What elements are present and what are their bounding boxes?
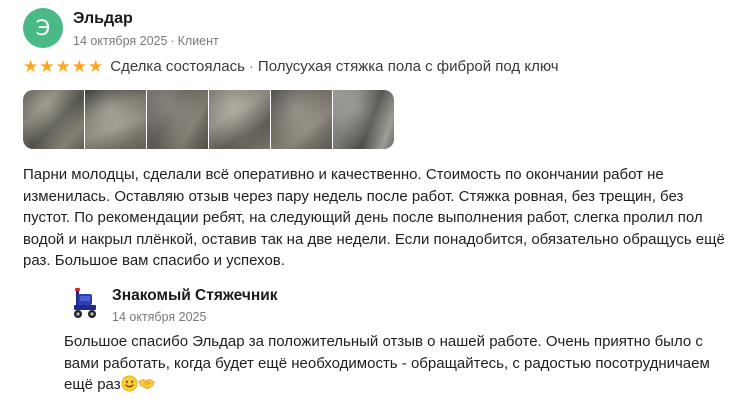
smiling-face-emoji-icon: [121, 375, 138, 392]
rating-row: ★ ★ ★ ★ ★ Сделка состоялась · Полусухая ст…: [23, 57, 559, 77]
photo-thumbnail[interactable]: [147, 90, 208, 149]
review-date: 14 октября 2025: [73, 34, 168, 48]
handshake-emoji-icon: [137, 378, 155, 389]
photo-thumbnail[interactable]: [333, 90, 394, 149]
reply-text: Большое спасибо Эльдар за положительный …: [64, 333, 710, 393]
reply-author-name[interactable]: Знакомый Стяжечник: [112, 286, 278, 306]
reply-text-block: Большое спасибо Эльдар за положительный …: [64, 331, 728, 396]
deal-separator: ·: [248, 58, 254, 75]
star-icon: ★: [55, 57, 71, 77]
star-icon: ★: [88, 57, 104, 77]
avatar[interactable]: Э: [23, 8, 63, 48]
author-name[interactable]: Эльдар: [73, 9, 219, 29]
author-block: Эльдар 14 октября 2025 · Клиент: [73, 9, 219, 49]
photo-thumbnail[interactable]: [85, 90, 146, 149]
company-logo-icon[interactable]: [64, 284, 104, 324]
reply-author-block: Знакомый Стяжечник 14 октября 2025: [112, 286, 278, 325]
star-icon: ★: [39, 57, 55, 77]
review-header: Э Эльдар 14 октября 2025 · Клиент: [23, 8, 219, 49]
review-text: Парни молодцы, сделали всё оперативно и …: [23, 166, 725, 269]
service-name: Полусухая стяжка пола с фиброй под ключ: [257, 58, 559, 75]
deal-status: Сделка состоялась: [110, 58, 245, 75]
photo-thumbnail[interactable]: [271, 90, 332, 149]
deal-info: Сделка состоялась · Полусухая стяжка пола …: [110, 57, 558, 77]
photo-thumbnail[interactable]: [209, 90, 270, 149]
meta-separator: ·: [170, 34, 175, 48]
star-rating: ★ ★ ★ ★ ★: [23, 57, 104, 77]
photo-gallery: [23, 90, 394, 149]
reply-header: Знакомый Стяжечник 14 октября 2025: [64, 284, 278, 325]
star-icon: ★: [23, 57, 39, 77]
author-role: Клиент: [177, 34, 219, 48]
photo-thumbnail[interactable]: [23, 90, 84, 149]
review-meta: 14 октября 2025 · Клиент: [73, 33, 219, 49]
star-icon: ★: [71, 57, 87, 77]
reply-date: 14 октября 2025: [112, 310, 207, 324]
